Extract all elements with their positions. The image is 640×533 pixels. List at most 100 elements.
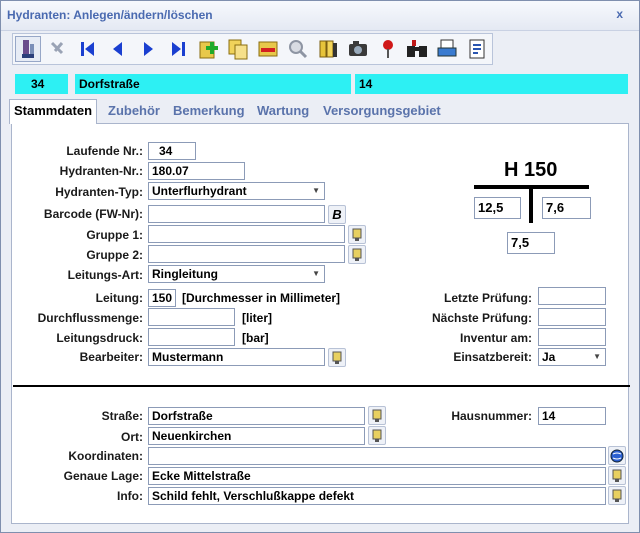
previous-record-button[interactable] xyxy=(105,36,131,62)
ort-label: Ort: xyxy=(121,430,143,444)
leitungs-art-value: Ringleitung xyxy=(152,267,218,281)
info-lookup-button[interactable] xyxy=(608,486,626,505)
pen-button[interactable] xyxy=(15,36,41,62)
previous-record-icon xyxy=(113,42,122,56)
druck-label: Leitungsdruck: xyxy=(56,331,143,345)
druck-field[interactable] xyxy=(148,328,235,346)
camera-button[interactable] xyxy=(345,36,371,62)
hand-icon xyxy=(352,248,362,261)
strasse-field[interactable]: Dorfstraße xyxy=(148,407,365,425)
hydrant-sign-left-distance[interactable]: 12,5 xyxy=(474,197,521,219)
naechste-pruefung-label: Nächste Prüfung: xyxy=(431,311,532,325)
barcode-field[interactable] xyxy=(148,205,325,223)
tab-zubehoer[interactable]: Zubehör xyxy=(105,101,163,123)
delete-icon xyxy=(258,41,278,57)
inventur-field[interactable] xyxy=(538,328,606,346)
ort-lookup-button[interactable] xyxy=(368,426,386,445)
bearbeiter-lookup-button[interactable] xyxy=(328,348,346,367)
section-divider xyxy=(13,385,630,387)
hand-icon xyxy=(332,351,342,364)
inventur-label: Inventur am: xyxy=(459,331,532,345)
pin-icon xyxy=(383,40,393,58)
title-bar: Hydranten: Anlegen/ändern/löschen x xyxy=(1,1,639,31)
copy-button[interactable] xyxy=(225,36,251,62)
record-number: 34 xyxy=(15,74,68,94)
hydranten-typ-value: Unterflurhydrant xyxy=(152,184,247,198)
close-button[interactable]: x xyxy=(616,7,623,21)
search-button[interactable] xyxy=(285,36,311,62)
tab-bemerkung[interactable]: Bemerkung xyxy=(170,101,248,123)
einsatzbereit-select[interactable]: Ja ▼ xyxy=(538,348,606,366)
naechste-pruefung-field[interactable] xyxy=(538,308,606,326)
next-record-button[interactable] xyxy=(135,36,161,62)
hydrant-sign-right-distance[interactable]: 7,6 xyxy=(542,197,591,219)
tab-stammdaten[interactable]: Stammdaten xyxy=(9,99,98,124)
pin-button[interactable] xyxy=(375,36,401,62)
durchfluss-label: Durchflussmenge: xyxy=(37,311,143,325)
pen-icon xyxy=(22,40,34,58)
books-icon xyxy=(319,40,337,58)
hydranten-nr-label: Hydranten-Nr.: xyxy=(59,164,143,178)
save-icon xyxy=(50,41,64,55)
hausnummer-field[interactable]: 14 xyxy=(538,407,606,425)
laufende-nr-field[interactable]: 34 xyxy=(148,142,196,160)
tab-wartung[interactable]: Wartung xyxy=(254,101,312,123)
genaue-lage-lookup-button[interactable] xyxy=(608,466,626,485)
add-icon xyxy=(199,41,218,59)
print-button[interactable] xyxy=(434,36,460,62)
hand-icon xyxy=(372,409,382,422)
hand-icon xyxy=(372,429,382,442)
gruppe2-lookup-button[interactable] xyxy=(348,245,366,264)
hydranten-typ-label: Hydranten-Typ: xyxy=(55,185,143,199)
durchfluss-field[interactable] xyxy=(148,308,235,326)
save-button[interactable] xyxy=(45,36,71,62)
koordinaten-field[interactable] xyxy=(148,447,606,465)
hydranten-typ-select[interactable]: Unterflurhydrant ▼ xyxy=(148,182,325,200)
gruppe1-label: Gruppe 1: xyxy=(86,228,143,242)
ort-field[interactable]: Neuenkirchen xyxy=(148,427,365,445)
hand-icon xyxy=(612,489,622,502)
durchfluss-unit: [liter] xyxy=(242,311,272,325)
chevron-down-icon[interactable]: ▼ xyxy=(312,266,320,282)
gruppe1-lookup-button[interactable] xyxy=(348,225,366,244)
leitungs-art-label: Leitungs-Art: xyxy=(67,268,143,282)
window-title: Hydranten: Anlegen/ändern/löschen xyxy=(7,8,213,22)
binoculars-button[interactable] xyxy=(404,36,430,62)
camera-icon xyxy=(349,41,367,56)
barcode-button[interactable]: B xyxy=(328,205,346,224)
hydrant-sign-stem xyxy=(529,185,533,223)
druck-unit: [bar] xyxy=(242,331,269,345)
gruppe1-field[interactable] xyxy=(148,225,345,243)
leitungs-art-select[interactable]: Ringleitung ▼ xyxy=(148,265,325,283)
gruppe2-label: Gruppe 2: xyxy=(86,248,143,262)
genaue-lage-label: Genaue Lage: xyxy=(63,469,143,483)
hydrant-sign-bottom-distance[interactable]: 7,5 xyxy=(507,232,555,254)
add-button[interactable] xyxy=(196,36,222,62)
genaue-lage-field[interactable]: Ecke Mittelstraße xyxy=(148,467,606,485)
last-record-button[interactable] xyxy=(165,36,191,62)
globe-icon xyxy=(610,449,624,462)
gruppe2-field[interactable] xyxy=(148,245,345,263)
chevron-down-icon[interactable]: ▼ xyxy=(312,183,320,199)
hydranten-nr-field[interactable]: 180.07 xyxy=(148,162,245,180)
barcode-label: Barcode (FW-Nr): xyxy=(43,207,143,221)
map-button[interactable] xyxy=(608,446,626,465)
tab-versorgungsgebiet[interactable]: Versorgungsgebiet xyxy=(320,101,444,123)
delete-button[interactable] xyxy=(255,36,281,62)
bearbeiter-label: Bearbeiter: xyxy=(79,350,143,364)
bearbeiter-field[interactable]: Mustermann xyxy=(148,348,325,366)
search-icon xyxy=(289,40,308,59)
strasse-label: Straße: xyxy=(101,409,143,423)
report-icon xyxy=(469,39,485,59)
books-button[interactable] xyxy=(315,36,341,62)
hand-icon xyxy=(352,228,362,241)
leitung-field[interactable]: 150 xyxy=(148,289,176,307)
letzte-pruefung-field[interactable] xyxy=(538,287,606,305)
info-field[interactable]: Schild fehlt, Verschlußkappe defekt xyxy=(148,487,606,505)
next-record-icon xyxy=(144,42,153,56)
strasse-lookup-button[interactable] xyxy=(368,406,386,425)
chevron-down-icon[interactable]: ▼ xyxy=(593,349,601,365)
app-window: Hydranten: Anlegen/ändern/löschen x 34 D… xyxy=(0,0,640,533)
report-button[interactable] xyxy=(464,36,490,62)
first-record-button[interactable] xyxy=(75,36,101,62)
